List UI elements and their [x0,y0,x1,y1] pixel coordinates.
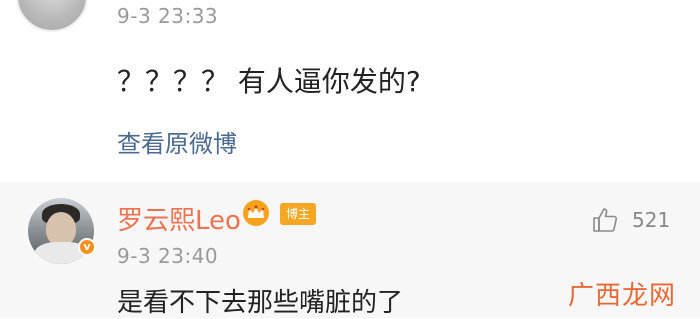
host-badge: 博主 [280,203,316,225]
commenter-avatar[interactable] [16,0,88,32]
verified-icon: v [78,238,96,256]
comment-text: ？？？？ 有人逼你发的? [117,65,421,98]
like-count: 521 [632,208,671,232]
comment-timestamp: 9-3 23:33 [117,4,219,28]
reply-username[interactable]: 罗云熙Leo [117,200,241,237]
crown-icon [243,200,269,226]
reply-timestamp: 9-3 23:40 [117,244,219,268]
thumbs-up-icon [593,208,618,232]
avatar-face [46,212,76,246]
comment-main: 9-3 23:33 ？？？？ 有人逼你发的? 查看原微博 [0,0,700,182]
watermark: 广西龙网 [568,281,677,311]
view-original-link[interactable]: 查看原微博 [117,124,237,159]
reply-text: 是看不下去那些嘴脏的了 [117,288,404,318]
like-button[interactable]: 521 [590,203,670,237]
